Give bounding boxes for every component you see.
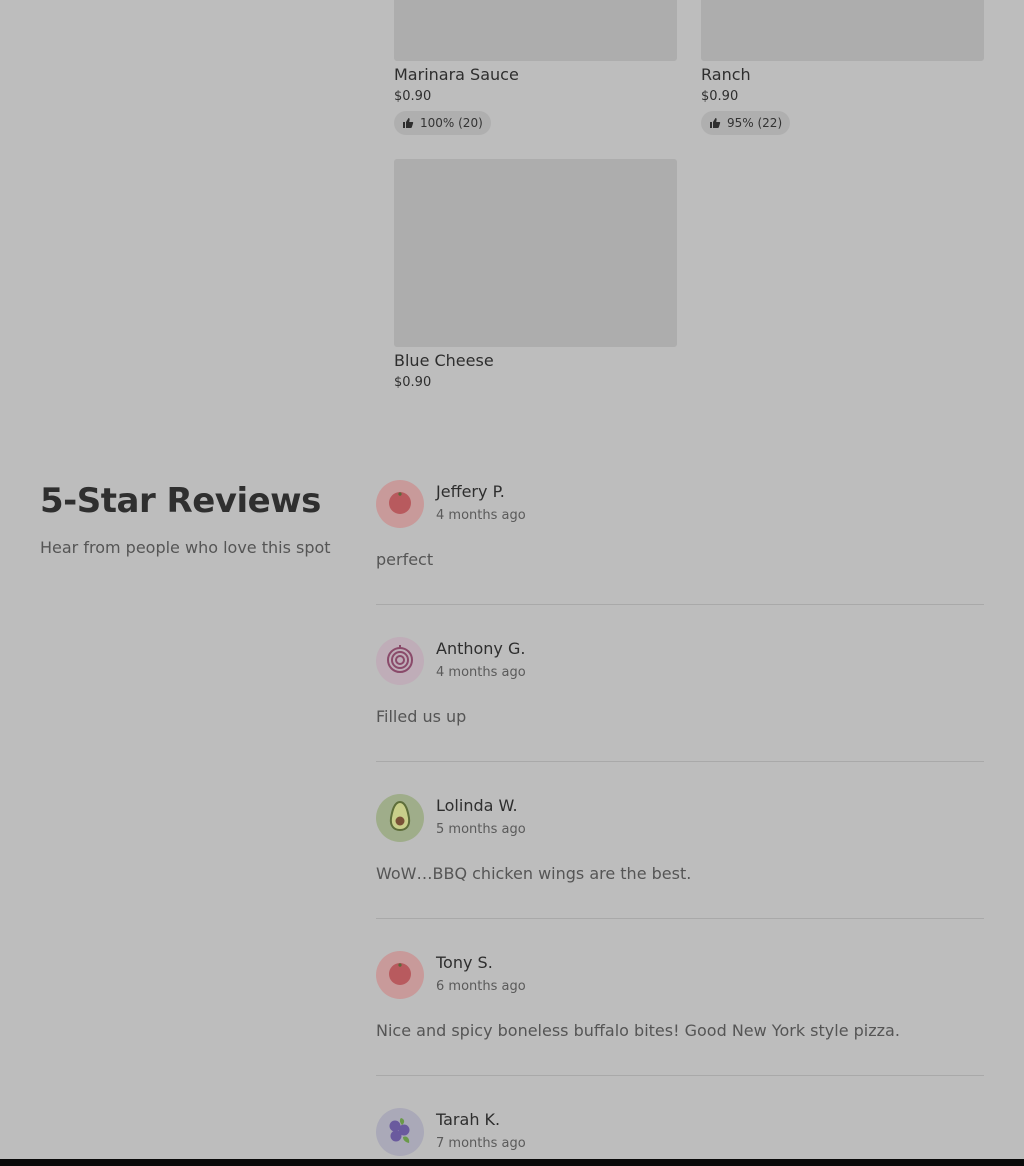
item-price: $0.90: [394, 89, 432, 104]
review-item: Jeffery P. 4 months ago perfect: [376, 480, 984, 606]
avatar: [376, 794, 424, 842]
rating-badge: 100% (20): [394, 111, 491, 135]
reviews-section-subtitle: Hear from people who love this spot: [40, 538, 331, 557]
review-text: Filled us up: [376, 707, 467, 726]
divider: [376, 1075, 984, 1076]
onion-icon: [385, 644, 415, 678]
review-time: 5 months ago: [436, 822, 526, 837]
review-item: Tarah K. 7 months ago: [376, 1108, 984, 1160]
bottom-bar: [0, 1159, 1024, 1166]
reviewer-name: Lolinda W.: [436, 796, 518, 815]
reviewer-name: Tony S.: [436, 953, 493, 972]
review-time: 6 months ago: [436, 979, 526, 994]
review-item: Anthony G. 4 months ago Filled us up: [376, 637, 984, 763]
avatar: [376, 1108, 424, 1156]
review-item: Lolinda W. 5 months ago WoW…BBQ chicken …: [376, 794, 984, 920]
review-time: 4 months ago: [436, 508, 526, 523]
rating-text: 95% (22): [727, 116, 783, 130]
item-image[interactable]: [701, 0, 984, 61]
review-time: 7 months ago: [436, 1136, 526, 1151]
thumbs-up-icon: [709, 117, 721, 129]
item-price: $0.90: [701, 89, 739, 104]
divider: [376, 918, 984, 919]
avatar: [376, 480, 424, 528]
review-time: 4 months ago: [436, 665, 526, 680]
review-text: perfect: [376, 550, 434, 569]
reviews-section-title: 5-Star Reviews: [40, 481, 321, 521]
blueberry-icon: [385, 1115, 415, 1149]
review-text: WoW…BBQ chicken wings are the best.: [376, 864, 692, 883]
rating-text: 100% (20): [420, 116, 483, 130]
avatar: [376, 637, 424, 685]
review-item: Tony S. 6 months ago Nice and spicy bone…: [376, 951, 984, 1077]
item-name: Marinara Sauce: [394, 65, 519, 84]
avatar: [376, 951, 424, 999]
avocado-icon: [388, 800, 412, 836]
thumbs-up-icon: [402, 117, 414, 129]
divider: [376, 604, 984, 605]
tomato-icon: [387, 489, 413, 519]
divider: [376, 761, 984, 762]
item-name: Blue Cheese: [394, 351, 494, 370]
item-name: Ranch: [701, 65, 751, 84]
reviewer-name: Tarah K.: [436, 1110, 501, 1129]
item-image[interactable]: [394, 0, 677, 61]
item-price: $0.90: [394, 375, 432, 390]
rating-badge: 95% (22): [701, 111, 791, 135]
item-image[interactable]: [394, 159, 677, 347]
review-text: Nice and spicy boneless buffalo bites! G…: [376, 1021, 900, 1040]
tomato-icon: [387, 960, 413, 990]
reviewer-name: Jeffery P.: [436, 482, 505, 501]
reviewer-name: Anthony G.: [436, 639, 526, 658]
